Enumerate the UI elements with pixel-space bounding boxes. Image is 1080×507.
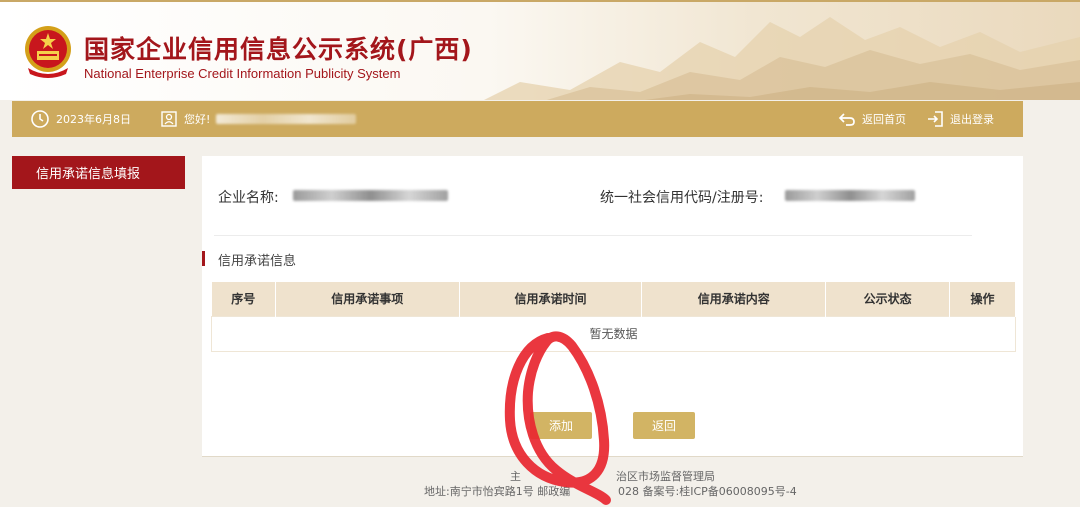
company-name-label: 企业名称: xyxy=(218,190,279,206)
redacted-credit-code xyxy=(785,190,915,201)
column-header-index: 序号 xyxy=(211,282,276,316)
site-title: 国家企业信用信息公示系统(广西) xyxy=(84,35,473,64)
section-title: 信用承诺信息 xyxy=(218,254,297,269)
clock-icon xyxy=(31,110,49,128)
redacted-username xyxy=(216,114,357,124)
column-header-time: 信用承诺时间 xyxy=(459,282,643,316)
table-header-row: 序号 信用承诺事项 信用承诺时间 信用承诺内容 公示状态 操作 xyxy=(211,282,1016,316)
logout-icon xyxy=(928,111,943,127)
logout-link-label: 退出登录 xyxy=(950,113,994,126)
return-arrow-icon xyxy=(838,113,855,126)
site-header: 国家企业信用信息公示系统(广西) National Enterprise Cre… xyxy=(0,0,1080,100)
user-greeting: 您好! xyxy=(160,101,357,137)
section-marker xyxy=(202,251,205,266)
site-subtitle: National Enterprise Credit Information P… xyxy=(84,66,401,81)
back-button[interactable]: 返回 xyxy=(633,412,695,439)
footer-address-end: 028 备案号:桂ICP备06008095号-4 xyxy=(618,485,797,498)
logout-link[interactable]: 退出登录 xyxy=(926,101,994,137)
greeting-text: 您好! xyxy=(184,113,211,126)
table-row: 暂无数据 xyxy=(211,315,1016,352)
home-link[interactable]: 返回首页 xyxy=(838,101,906,137)
column-header-item: 信用承诺事项 xyxy=(275,282,460,316)
national-emblem-icon xyxy=(25,26,71,78)
commitment-table: 序号 信用承诺事项 信用承诺时间 信用承诺内容 公示状态 操作 暂无数据 xyxy=(211,282,1016,352)
section-divider xyxy=(214,235,972,236)
user-card-icon xyxy=(161,111,177,127)
empty-table-message: 暂无数据 xyxy=(211,315,1016,352)
footer-address-start: 地址:南宁市怡宾路1号 邮政编 xyxy=(424,485,571,498)
redacted-company-name xyxy=(293,190,448,201)
sidebar-item-label: 信用承诺信息填报 xyxy=(36,167,141,182)
sidebar-item-credit-commitment[interactable]: 信用承诺信息填报 xyxy=(12,156,185,189)
top-navbar: 2023年6月8日 您好! 返回首页 退出登录 xyxy=(12,101,1023,137)
home-link-label: 返回首页 xyxy=(862,113,906,126)
date-display: 2023年6月8日 xyxy=(30,101,131,137)
column-header-content: 信用承诺内容 xyxy=(641,282,827,316)
add-button[interactable]: 添加 xyxy=(530,412,592,439)
column-header-action: 操作 xyxy=(949,282,1016,316)
footer-sponsor-end: 治区市场监督管理局 xyxy=(616,470,715,483)
column-header-status: 公示状态 xyxy=(825,282,951,316)
footer-divider xyxy=(202,456,1023,457)
date-text: 2023年6月8日 xyxy=(56,113,131,126)
footer-sponsor-start: 主 xyxy=(510,470,521,483)
credit-code-label: 统一社会信用代码/注册号: xyxy=(600,190,764,206)
mountain-background-image xyxy=(484,17,1080,100)
